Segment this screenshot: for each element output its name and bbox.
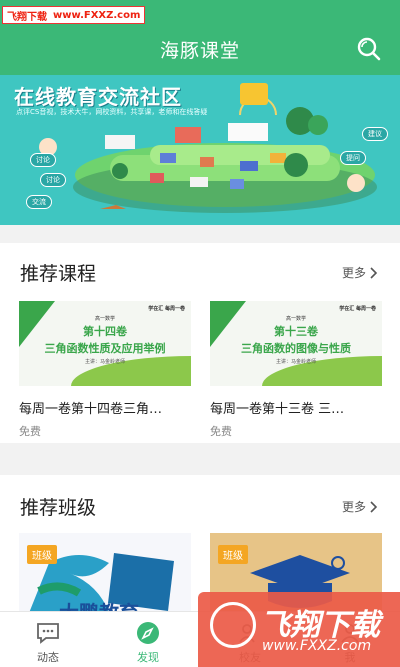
thumb-subject: 高一数学 <box>94 316 115 322</box>
more-label: 更多 <box>341 266 366 280</box>
thumb-header: 学在汇 每周一卷 <box>148 306 185 312</box>
flag-icon <box>240 83 268 105</box>
thumb-volume: 第十四卷 <box>83 325 127 338</box>
thumb-name: 三角函数性质及应用举例 <box>44 342 166 355</box>
thumb-teacher: 主讲：马金岭老师 <box>84 359 125 365</box>
section-title: 推荐课程 <box>20 263 97 285</box>
course-card[interactable]: 学在汇 每周一卷 高一数学 第十三卷 三角函数的图像与性质 主讲：马金岭老师 每… <box>210 301 382 439</box>
banner-subtitle: 点评CS音视，技术大牛，网校资料，共享课，老师和在线答疑 <box>16 108 208 116</box>
thumb-teacher: 主讲：马金岭老师 <box>275 359 316 365</box>
course-price: 免费 <box>210 425 232 438</box>
thumb-header: 学在汇 每周一卷 <box>339 306 376 312</box>
course-card[interactable]: 学在汇 每周一卷 高一数学 第十四卷 三角函数性质及应用举例 主讲：马金岭老师 … <box>19 301 191 439</box>
banner-tag: 交流 <box>26 195 52 209</box>
course-thumbnail: 学在汇 每周一卷 高一数学 第十四卷 三角函数性质及应用举例 主讲：马金岭老师 <box>19 301 191 386</box>
course-price: 免费 <box>19 425 41 438</box>
thumb-subject: 高一数学 <box>285 316 306 322</box>
watermark-url: www.FXXZ.com <box>53 9 141 21</box>
chat-bubble-icon <box>37 623 59 644</box>
watermark-bottom: 飞翔下载 www.FXXZ.com <box>198 592 400 667</box>
banner-title: 在线教育交流社区 <box>14 85 182 109</box>
course-thumbnail: 学在汇 每周一卷 高一数学 第十三卷 三角函数的图像与性质 主讲：马金岭老师 <box>210 301 382 386</box>
more-courses-link[interactable]: 更多 <box>342 264 378 281</box>
watermark-brand: 飞翔下载 <box>7 11 47 23</box>
section-title: 推荐班级 <box>20 497 97 519</box>
thumb-volume: 第十三卷 <box>274 325 318 338</box>
more-label: 更多 <box>341 500 366 514</box>
community-banner[interactable]: 在线教育交流社区 点评CS音视，技术大牛，网校资料，共享课，老师和在线答疑 建议… <box>0 75 400 225</box>
nav-label: 动态 <box>37 651 59 664</box>
class-badge: 班级 <box>218 545 248 564</box>
chevron-right-icon <box>370 266 378 279</box>
course-title: 每周一卷第十四卷三角… <box>19 402 163 417</box>
course-title: 每周一卷第十三卷 三… <box>210 402 345 417</box>
page-title: 海豚课堂 <box>159 40 240 62</box>
watermark-top: 飞翔下载 www.FXXZ.com <box>2 6 146 24</box>
app-screen: 海豚课堂 飞翔下载 www.FXXZ.com 在线教育交流社区 点评CS音视，技… <box>0 0 400 667</box>
banner-tag: 讨论 <box>40 173 66 187</box>
nav-item-discover[interactable]: 发现 <box>108 612 188 667</box>
compass-icon <box>137 622 159 644</box>
search-icon[interactable] <box>356 36 382 62</box>
banner-tag: 建议 <box>362 127 388 141</box>
recommend-courses-section: 推荐课程 更多 学在汇 每周一卷 高一数学 第十四卷 三角函数性质及应用举例 主… <box>0 243 400 443</box>
watermark-url: www.FXXZ.com <box>262 638 372 654</box>
more-classes-link[interactable]: 更多 <box>342 498 378 515</box>
thumb-name: 三角函数的图像与性质 <box>241 342 351 355</box>
banner-tag: 讨论 <box>30 153 56 167</box>
class-card[interactable]: 班级 大鹏教育 <box>19 533 191 623</box>
nav-label: 发现 <box>137 651 159 664</box>
chevron-right-icon <box>370 500 378 513</box>
watermark-logo-icon <box>210 602 256 648</box>
class-badge: 班级 <box>27 545 57 564</box>
nav-item-dynamic[interactable]: 动态 <box>8 612 88 667</box>
banner-tag: 提问 <box>340 151 366 165</box>
